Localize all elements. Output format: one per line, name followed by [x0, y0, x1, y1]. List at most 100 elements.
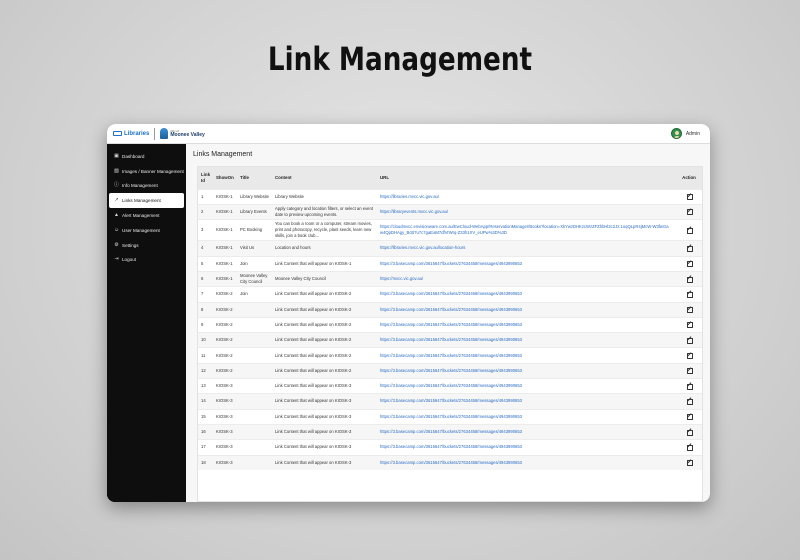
cell-title: Join	[237, 286, 272, 303]
edit-icon[interactable]	[686, 193, 693, 201]
cell-link-id: 10	[198, 332, 213, 348]
cell-url[interactable]: https://3.basecamp.com/3615647/buckets/2…	[377, 439, 674, 456]
cell-url[interactable]: https://3.basecamp.com/3615647/buckets/2…	[377, 286, 674, 303]
cell-url[interactable]: https://cloudmvcc.envisionware.com.au/Ew…	[377, 219, 674, 241]
cell-content: Link Content that will appear on KIOSK-2	[272, 316, 377, 333]
cell-title: Join	[237, 255, 272, 272]
sidebar-item-alert-management[interactable]: ▲ Alert Management	[107, 208, 186, 223]
cell-url[interactable]: https://3.basecamp.com/3615647/buckets/2…	[377, 423, 674, 440]
header-link-id[interactable]: Link Id	[198, 167, 213, 189]
table-row: 14 KIOSK-3 Link Content that will appear o…	[198, 393, 702, 410]
cell-url[interactable]: https://3.basecamp.com/3615647/buckets/2…	[377, 332, 674, 348]
sidebar-item-user-management[interactable]: ☺ User Management	[107, 223, 186, 238]
table-row: 15 KIOSK-3 Link Content that will appear o…	[198, 408, 702, 425]
cell-show-on: KIOSK-1	[213, 270, 237, 287]
libraries-logo[interactable]: Libraries	[113, 131, 149, 137]
sidebar-item-settings[interactable]: ⚙ Settings	[107, 238, 186, 253]
cell-show-on: KIOSK-3	[213, 439, 237, 456]
cell-title	[237, 408, 272, 425]
cell-title	[237, 439, 272, 456]
edit-icon[interactable]	[686, 398, 693, 405]
edit-icon[interactable]	[686, 260, 693, 268]
council-logo-text: City of Moonee Valley	[170, 129, 204, 138]
edit-icon[interactable]	[686, 245, 693, 252]
cell-action	[674, 286, 702, 303]
header-title[interactable]: Title	[237, 167, 272, 189]
header-url[interactable]: URL	[377, 167, 674, 189]
cell-link-id: 14	[198, 393, 213, 410]
cell-show-on: KIOSK-1	[213, 219, 237, 241]
cell-action	[674, 219, 702, 241]
cell-show-on: KIOSK-2	[213, 332, 237, 348]
sidebar-item-label: Links Management	[122, 198, 161, 204]
cell-url[interactable]: https://3.basecamp.com/3615647/buckets/2…	[377, 347, 674, 364]
edit-icon[interactable]	[686, 276, 693, 283]
sidebar-item-logout[interactable]: ⇥ Logout	[107, 253, 186, 268]
edit-icon[interactable]	[686, 383, 693, 390]
edit-icon[interactable]	[686, 208, 693, 216]
cell-link-id: 17	[198, 439, 213, 456]
cell-show-on: KIOSK-1	[213, 255, 237, 272]
cell-url[interactable]: https://3.basecamp.com/3615647/buckets/2…	[377, 316, 674, 333]
cell-title	[237, 332, 272, 348]
cell-title	[237, 316, 272, 333]
header-content[interactable]: Content	[272, 167, 377, 189]
cell-url[interactable]: https://mvcc.vic.gov.au/	[377, 270, 674, 287]
cell-show-on: KIOSK-1	[213, 188, 237, 205]
admin-name[interactable]: Admin	[686, 131, 700, 137]
sidebar-item-label: Alert Management	[122, 213, 160, 219]
page-title: Links Management	[193, 151, 253, 158]
cell-url[interactable]: https://3.basecamp.com/3615647/buckets/2…	[377, 378, 674, 394]
cell-url[interactable]: https://3.basecamp.com/3615647/buckets/2…	[377, 408, 674, 425]
cell-action	[674, 408, 702, 425]
avatar[interactable]	[670, 128, 682, 139]
cell-url[interactable]: https://3.basecamp.com/3615647/buckets/2…	[377, 301, 674, 318]
sidebar-item-links-management[interactable]: ↗ Links Management	[109, 193, 184, 209]
council-crest-icon	[160, 128, 169, 139]
sidebar-item-images-banner-management[interactable]: ▧ Images / Banner Management	[107, 164, 186, 179]
info-icon: ⓘ	[114, 182, 120, 189]
edit-icon[interactable]	[686, 444, 693, 451]
libraries-logo-text: Libraries	[124, 130, 150, 137]
alert-icon: ▲	[114, 212, 119, 219]
cell-content: Link Content that will appear on KIOSK-3	[272, 439, 377, 456]
cell-link-id: 13	[198, 378, 213, 394]
cell-link-id: 4	[198, 240, 213, 257]
table-row: 2 KIOSK-1 Library Events Apply category and…	[198, 203, 702, 220]
council-logo[interactable]: City of Moonee Valley	[160, 128, 205, 139]
cell-content: Link Content that will appear on KIOSK-3	[272, 393, 377, 410]
logout-icon: ⇥	[114, 256, 119, 263]
cell-url[interactable]: https://3.basecamp.com/3615647/buckets/2…	[377, 393, 674, 410]
cell-action	[674, 240, 702, 257]
edit-icon[interactable]	[686, 321, 693, 329]
sidebar-item-dashboard[interactable]: ▣ Dashboard	[107, 149, 186, 164]
edit-icon[interactable]	[686, 367, 693, 375]
sidebar-item-label: User Management	[122, 227, 160, 233]
cell-url[interactable]: https://3.basecamp.com/3615647/buckets/2…	[377, 454, 674, 471]
sidebar-item-info-management[interactable]: ⓘ Info Management	[107, 179, 186, 194]
table-row: 18 KIOSK-3 Link Content that will appear o…	[198, 454, 702, 471]
edit-icon[interactable]	[686, 352, 693, 360]
cell-url[interactable]: https://libraries.mvcc.vic.gov.au/	[377, 188, 674, 205]
edit-icon[interactable]	[686, 306, 693, 314]
header-show-on[interactable]: ShowOn	[213, 167, 237, 189]
cell-content: Link Content that will appear on KIOSK-3	[272, 378, 377, 394]
links-table-card: Link Id ShowOn Title Content URL Action …	[197, 166, 703, 502]
table-row: 1 KIOSK-1 Library Website Library Website ht…	[198, 188, 702, 205]
edit-icon[interactable]	[686, 337, 693, 344]
edit-icon[interactable]	[686, 413, 693, 421]
edit-icon[interactable]	[686, 429, 693, 436]
cell-content: Link Content that will appear on KIOSK-3	[272, 423, 377, 440]
edit-icon[interactable]	[686, 459, 693, 467]
edit-icon[interactable]	[686, 227, 693, 234]
edit-icon[interactable]	[686, 291, 693, 298]
cell-url[interactable]: https://libraries.mvcc.vic.gov.au/locati…	[377, 240, 674, 257]
cell-url[interactable]: https://3.basecamp.com/3615647/buckets/2…	[377, 362, 674, 379]
cell-title	[237, 301, 272, 318]
cell-action	[674, 332, 702, 348]
cell-url[interactable]: https://3.basecamp.com/3615647/buckets/2…	[377, 255, 674, 272]
cell-action	[674, 423, 702, 440]
table-row: 9 KIOSK-2 Link Content that will appear on…	[198, 316, 702, 333]
cell-url[interactable]: https://libraryevents.mvcc.vic.gov.au/	[377, 203, 674, 220]
table-row: 13 KIOSK-3 Link Content that will appear o…	[198, 378, 702, 394]
